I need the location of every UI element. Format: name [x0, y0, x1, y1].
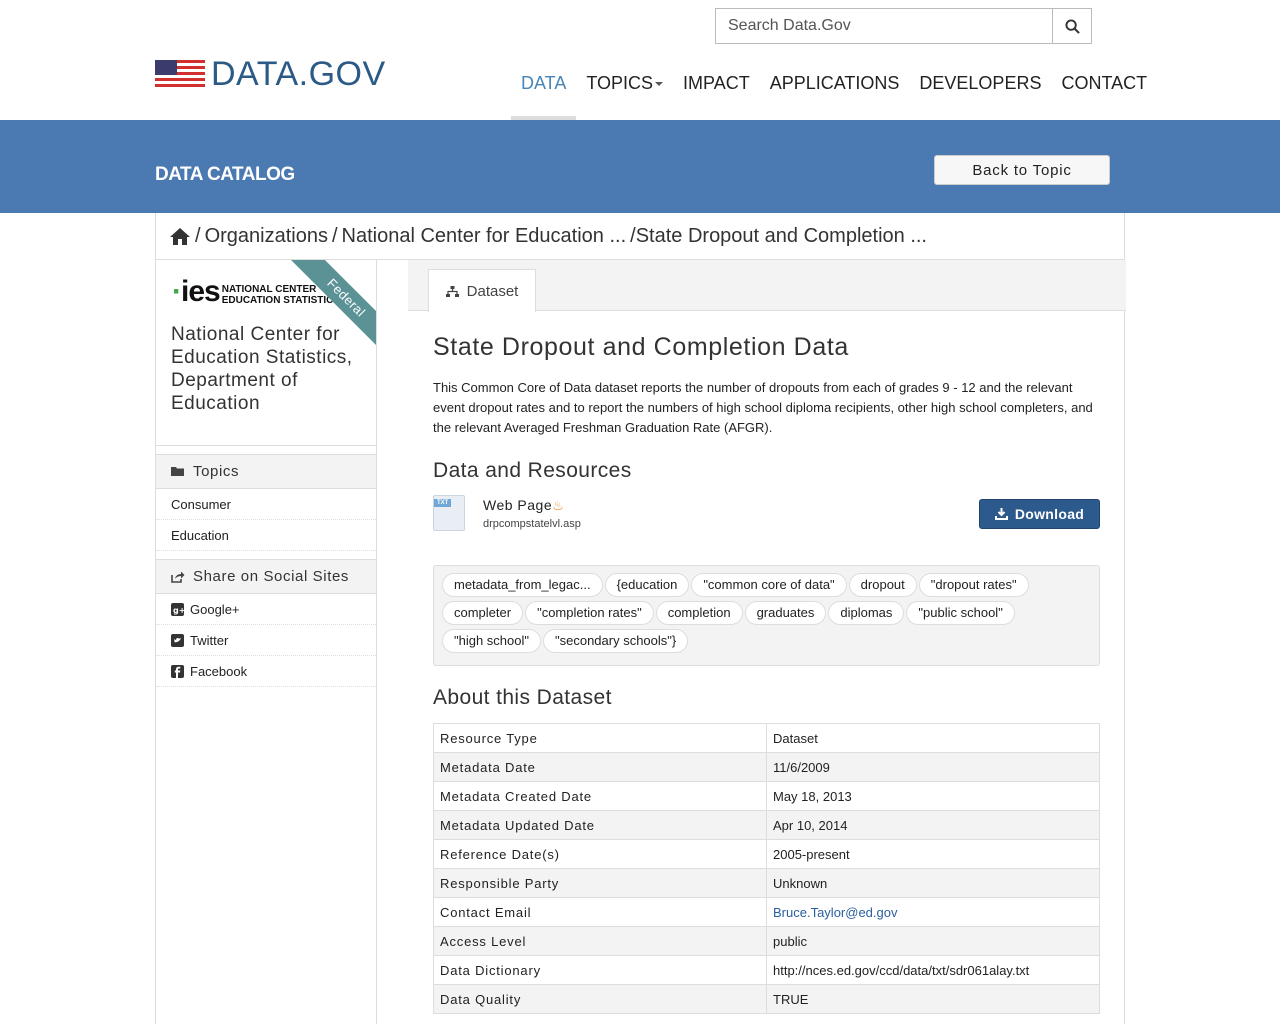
tag[interactable]: completion: [655, 601, 743, 625]
breadcrumb-organization[interactable]: National Center for Education ...: [342, 225, 627, 248]
folder-icon: [171, 467, 184, 476]
main-frame: / Organizations / National Center for Ed…: [155, 213, 1126, 1024]
tag[interactable]: "secondary schools"}: [543, 629, 689, 653]
search-button[interactable]: [1053, 8, 1092, 44]
nav-applications[interactable]: APPLICATIONS: [760, 72, 910, 120]
table-row: Metadata Updated Date Apr 10, 2014: [433, 810, 1100, 840]
tab-bar: Dataset: [408, 260, 1126, 312]
share-facebook[interactable]: Facebook: [156, 656, 376, 687]
flame-icon: ♨: [552, 498, 565, 513]
search-icon: [1064, 18, 1080, 34]
txt-file-icon: TXT: [433, 495, 465, 531]
sitemap-icon: [445, 285, 459, 297]
topic-consumer[interactable]: Consumer: [156, 489, 376, 520]
site-header: DATA.GOV DATA TOPICS IMPACT APPLICATIONS…: [0, 0, 1280, 120]
share-icon: [171, 571, 185, 583]
share-twitter[interactable]: Twitter: [156, 625, 376, 656]
svg-text:g+: g+: [173, 606, 184, 615]
tag[interactable]: "high school": [442, 629, 541, 653]
tab-dataset[interactable]: Dataset: [428, 269, 536, 312]
catalog-banner: DATA CATALOG Back to Topic: [0, 120, 1280, 213]
table-row: Contact Email Bruce.Taylor@ed.gov: [433, 897, 1100, 927]
share-google-plus[interactable]: g+ Google+: [156, 594, 376, 625]
resources-heading: Data and Resources: [433, 459, 632, 482]
back-to-topic-button[interactable]: Back to Topic: [934, 155, 1110, 185]
search-input[interactable]: [715, 8, 1053, 44]
sidebar: ·ies NATIONAL CENTER EDUCATION STATISTICS…: [156, 260, 377, 1024]
resource-item: TXT Web Page♨ drpcompstatelvl.asp Downlo…: [433, 495, 1100, 535]
download-icon: [994, 508, 1008, 520]
tag[interactable]: dropout: [848, 573, 917, 597]
tag[interactable]: "common core of data": [691, 573, 847, 597]
facebook-icon: [171, 664, 184, 678]
topic-education[interactable]: Education: [156, 520, 376, 551]
share-heading: Share on Social Sites: [156, 560, 376, 594]
table-row: Data Dictionary http://nces.ed.gov/ccd/da…: [433, 955, 1100, 985]
resource-name[interactable]: Web Page♨: [483, 497, 564, 514]
dataset-content: Dataset State Dropout and Completion Dat…: [408, 260, 1126, 1024]
contact-email-link[interactable]: Bruce.Taylor@ed.gov: [773, 905, 897, 920]
tag[interactable]: metadata_from_legac...: [442, 573, 603, 597]
tag[interactable]: "public school": [906, 601, 1015, 625]
nav-impact[interactable]: IMPACT: [673, 72, 760, 120]
tag-list: metadata_from_legac... {education "common …: [433, 565, 1100, 666]
table-row: Data Quality TRUE: [433, 984, 1100, 1014]
table-row: Responsible Party Unknown: [433, 868, 1100, 898]
tag[interactable]: diplomas: [828, 601, 905, 625]
search-bar: [715, 8, 1092, 44]
download-button[interactable]: Download: [979, 499, 1100, 529]
main-nav: DATA TOPICS IMPACT APPLICATIONS DEVELOPE…: [511, 72, 1157, 120]
dataset-description: This Common Core of Data dataset reports…: [433, 380, 1093, 435]
logo-text: DATA.GOV: [211, 55, 386, 93]
site-logo[interactable]: DATA.GOV: [155, 55, 386, 94]
breadcrumb-dataset[interactable]: State Dropout and Completion ...: [636, 225, 927, 248]
google-plus-icon: g+: [171, 602, 184, 616]
us-flag-icon: [155, 59, 205, 90]
nav-contact[interactable]: CONTACT: [1051, 72, 1157, 120]
tag[interactable]: "dropout rates": [918, 573, 1029, 597]
twitter-icon: [171, 633, 184, 647]
home-icon[interactable]: [169, 227, 191, 246]
tag[interactable]: {education: [604, 573, 690, 597]
org-name[interactable]: National Center for Education Statistics…: [171, 323, 371, 415]
resource-file: drpcompstatelvl.asp: [483, 518, 581, 530]
table-row: Access Level public: [433, 926, 1100, 956]
tag[interactable]: "completion rates": [525, 601, 654, 625]
nav-data[interactable]: DATA: [511, 72, 577, 120]
tag[interactable]: graduates: [744, 601, 827, 625]
breadcrumb: / Organizations / National Center for Ed…: [156, 213, 1124, 260]
page-title: State Dropout and Completion Data: [433, 333, 849, 361]
topics-heading: Topics: [156, 455, 376, 489]
chevron-down-icon: [655, 82, 664, 87]
tag[interactable]: completer: [442, 601, 524, 625]
about-heading: About this Dataset: [433, 686, 612, 709]
table-row: Resource Type Dataset: [433, 723, 1100, 753]
nav-topics[interactable]: TOPICS: [576, 72, 673, 120]
table-row: Reference Date(s) 2005-present: [433, 839, 1100, 869]
banner-title: DATA CATALOG: [155, 164, 295, 185]
breadcrumb-organizations[interactable]: Organizations: [205, 225, 328, 248]
nav-developers[interactable]: DEVELOPERS: [909, 72, 1051, 120]
table-row: Metadata Created Date May 18, 2013: [433, 781, 1100, 811]
org-box: ·ies NATIONAL CENTER EDUCATION STATISTICS…: [156, 260, 376, 446]
about-table: Resource Type Dataset Metadata Date 11/6/2…: [433, 723, 1100, 1014]
table-row: Metadata Date 11/6/2009: [433, 752, 1100, 782]
